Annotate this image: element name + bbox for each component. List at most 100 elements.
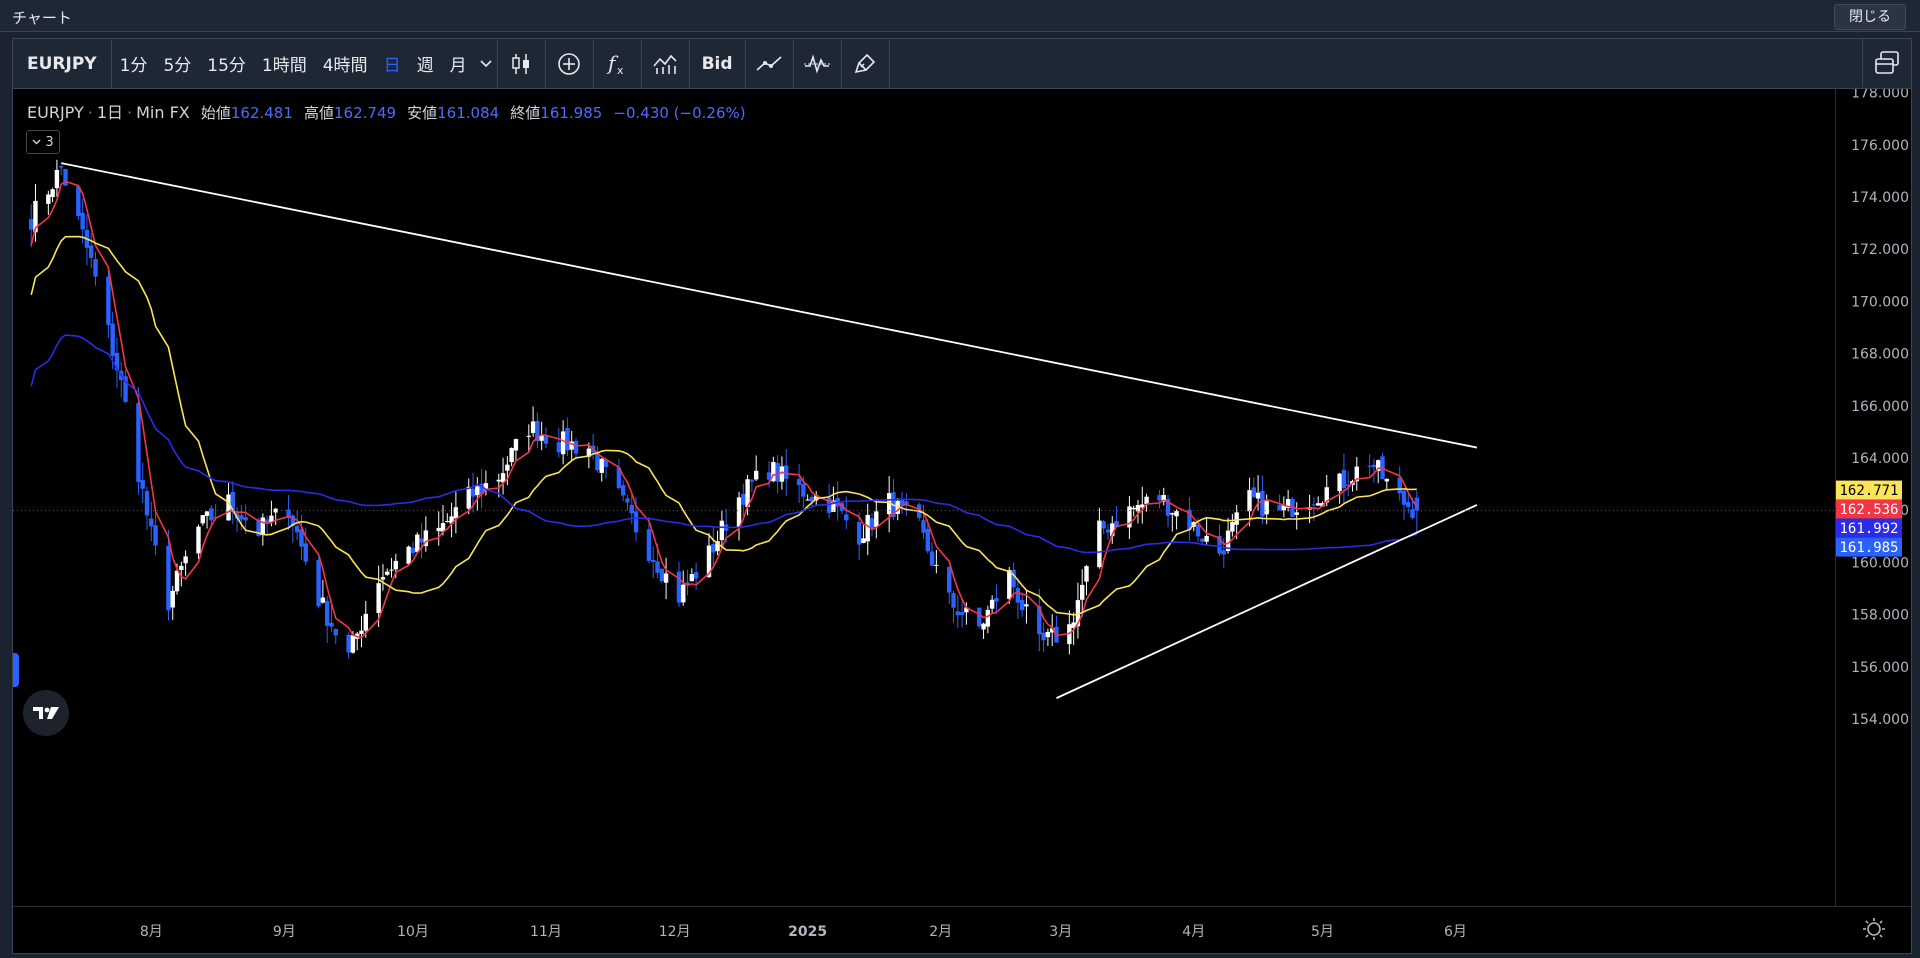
- candle-body: [1105, 529, 1111, 533]
- candle-body: [153, 525, 158, 546]
- chart-frame: EURJPY 1分 5分 15分 1時間 4時間 日 週 月 fx Bid 15…: [12, 38, 1912, 954]
- title-bar: チャート 閉じる: [0, 0, 1920, 32]
- price-tick-label: 164.000: [1851, 451, 1909, 467]
- brush-icon[interactable]: [842, 40, 889, 88]
- indicator-icon[interactable]: [642, 40, 689, 88]
- tradingview-logo[interactable]: [23, 690, 69, 736]
- candle-body: [1255, 492, 1261, 499]
- candle-body: [530, 421, 536, 433]
- candle-body: [1084, 566, 1089, 582]
- legend-interval: 1日: [96, 103, 124, 122]
- candle-body: [174, 570, 180, 592]
- candle-body: [445, 521, 450, 523]
- candle-body: [466, 486, 471, 509]
- interval-1d[interactable]: 日: [376, 40, 409, 88]
- candle-body: [204, 511, 210, 516]
- time-tick-label: 2月: [929, 924, 952, 940]
- close-button[interactable]: 閉じる: [1834, 4, 1906, 30]
- candle-body: [363, 613, 368, 631]
- candle-body: [505, 464, 510, 471]
- price-tick-label: 154.000: [1851, 712, 1909, 728]
- candle-body: [1410, 509, 1415, 518]
- legend-source: Min FX: [136, 103, 190, 122]
- time-tick-label: 12月: [659, 924, 691, 940]
- chart-toolbar: EURJPY 1分 5分 15分 1時間 4時間 日 週 月 fx Bid: [13, 39, 1911, 89]
- indicator-toggle[interactable]: 3: [26, 130, 60, 154]
- candle-body: [50, 189, 55, 198]
- oscillator-icon[interactable]: [794, 40, 841, 88]
- add-circle-icon[interactable]: [546, 40, 593, 88]
- legend-change: −0.430 (−0.26%): [613, 104, 746, 122]
- legend-high-label: 高値: [303, 104, 334, 122]
- candle-body: [316, 559, 321, 607]
- price-tick-label: 176.000: [1851, 138, 1909, 154]
- candle-body: [985, 609, 991, 627]
- candlestick-icon[interactable]: [498, 40, 545, 88]
- interval-1h[interactable]: 1時間: [254, 40, 315, 88]
- candle-body: [243, 517, 248, 521]
- interval-1mo[interactable]: 月: [442, 40, 475, 88]
- candle-body: [1260, 490, 1265, 517]
- candle-body: [320, 597, 326, 603]
- legend-open-value: 162.481: [230, 104, 293, 122]
- candle-body: [693, 572, 699, 579]
- interval-5m[interactable]: 5分: [155, 40, 199, 88]
- candle-body: [1371, 464, 1377, 468]
- layout-icon[interactable]: [1862, 39, 1911, 87]
- chevron-down-icon[interactable]: [475, 40, 497, 88]
- symbol-selector[interactable]: EURJPY: [13, 40, 111, 88]
- candle-body: [1251, 487, 1257, 498]
- candle-body: [989, 599, 995, 609]
- window-title: チャート: [12, 9, 72, 27]
- legend-low-label: 安値: [407, 104, 438, 122]
- candle-body: [1157, 495, 1162, 501]
- candle-body: [796, 479, 802, 486]
- candle-body: [543, 436, 549, 444]
- legend-low-value: 161.084: [437, 104, 500, 122]
- chevron-down-icon: [32, 139, 41, 145]
- interval-4h[interactable]: 4時間: [315, 40, 376, 88]
- candle-body: [1384, 478, 1390, 482]
- legend-close-label: 終値: [510, 104, 541, 122]
- candle-body: [106, 276, 111, 325]
- interval-1w[interactable]: 週: [409, 40, 442, 88]
- candle-body: [1277, 504, 1282, 511]
- candle-body: [136, 403, 141, 482]
- candle-body: [573, 440, 579, 454]
- bid-toggle[interactable]: Bid: [690, 40, 745, 88]
- candle-body: [1311, 504, 1317, 506]
- price-tick-label: 178.000: [1851, 89, 1909, 102]
- candle-body: [415, 534, 420, 552]
- candle-body: [1341, 469, 1347, 488]
- candle-body: [1144, 496, 1149, 504]
- trendline-icon[interactable]: [746, 40, 793, 88]
- candle-body: [1337, 473, 1342, 492]
- candle-body: [629, 504, 634, 514]
- legend-open-label: 始値: [200, 104, 231, 122]
- candle-body: [350, 635, 356, 653]
- candle-body: [689, 574, 695, 582]
- candle-body: [496, 479, 501, 482]
- candle-body: [110, 323, 115, 356]
- price-chart[interactable]: 154.000156.000158.000160.000162.000164.0…: [13, 89, 1911, 953]
- candle-body: [925, 528, 930, 552]
- candle-body: [646, 529, 652, 561]
- candle-body: [741, 493, 746, 505]
- time-tick-label: 11月: [530, 924, 562, 940]
- candle-body: [805, 499, 810, 501]
- side-panel-handle[interactable]: [13, 653, 19, 687]
- candle-body: [753, 470, 759, 480]
- candle-body: [410, 547, 416, 554]
- candle-body: [200, 515, 205, 524]
- candle-body: [856, 522, 862, 545]
- candle-body: [453, 507, 459, 519]
- function-icon[interactable]: fx: [594, 40, 641, 88]
- candle-body: [784, 465, 789, 479]
- candle-body: [28, 219, 34, 230]
- candle-body: [1200, 538, 1205, 542]
- legend-symbol[interactable]: EURJPY: [27, 103, 84, 122]
- candle-body: [380, 577, 386, 580]
- interval-1m[interactable]: 1分: [112, 40, 156, 88]
- interval-15m[interactable]: 15分: [199, 40, 254, 88]
- candle-body: [149, 518, 154, 527]
